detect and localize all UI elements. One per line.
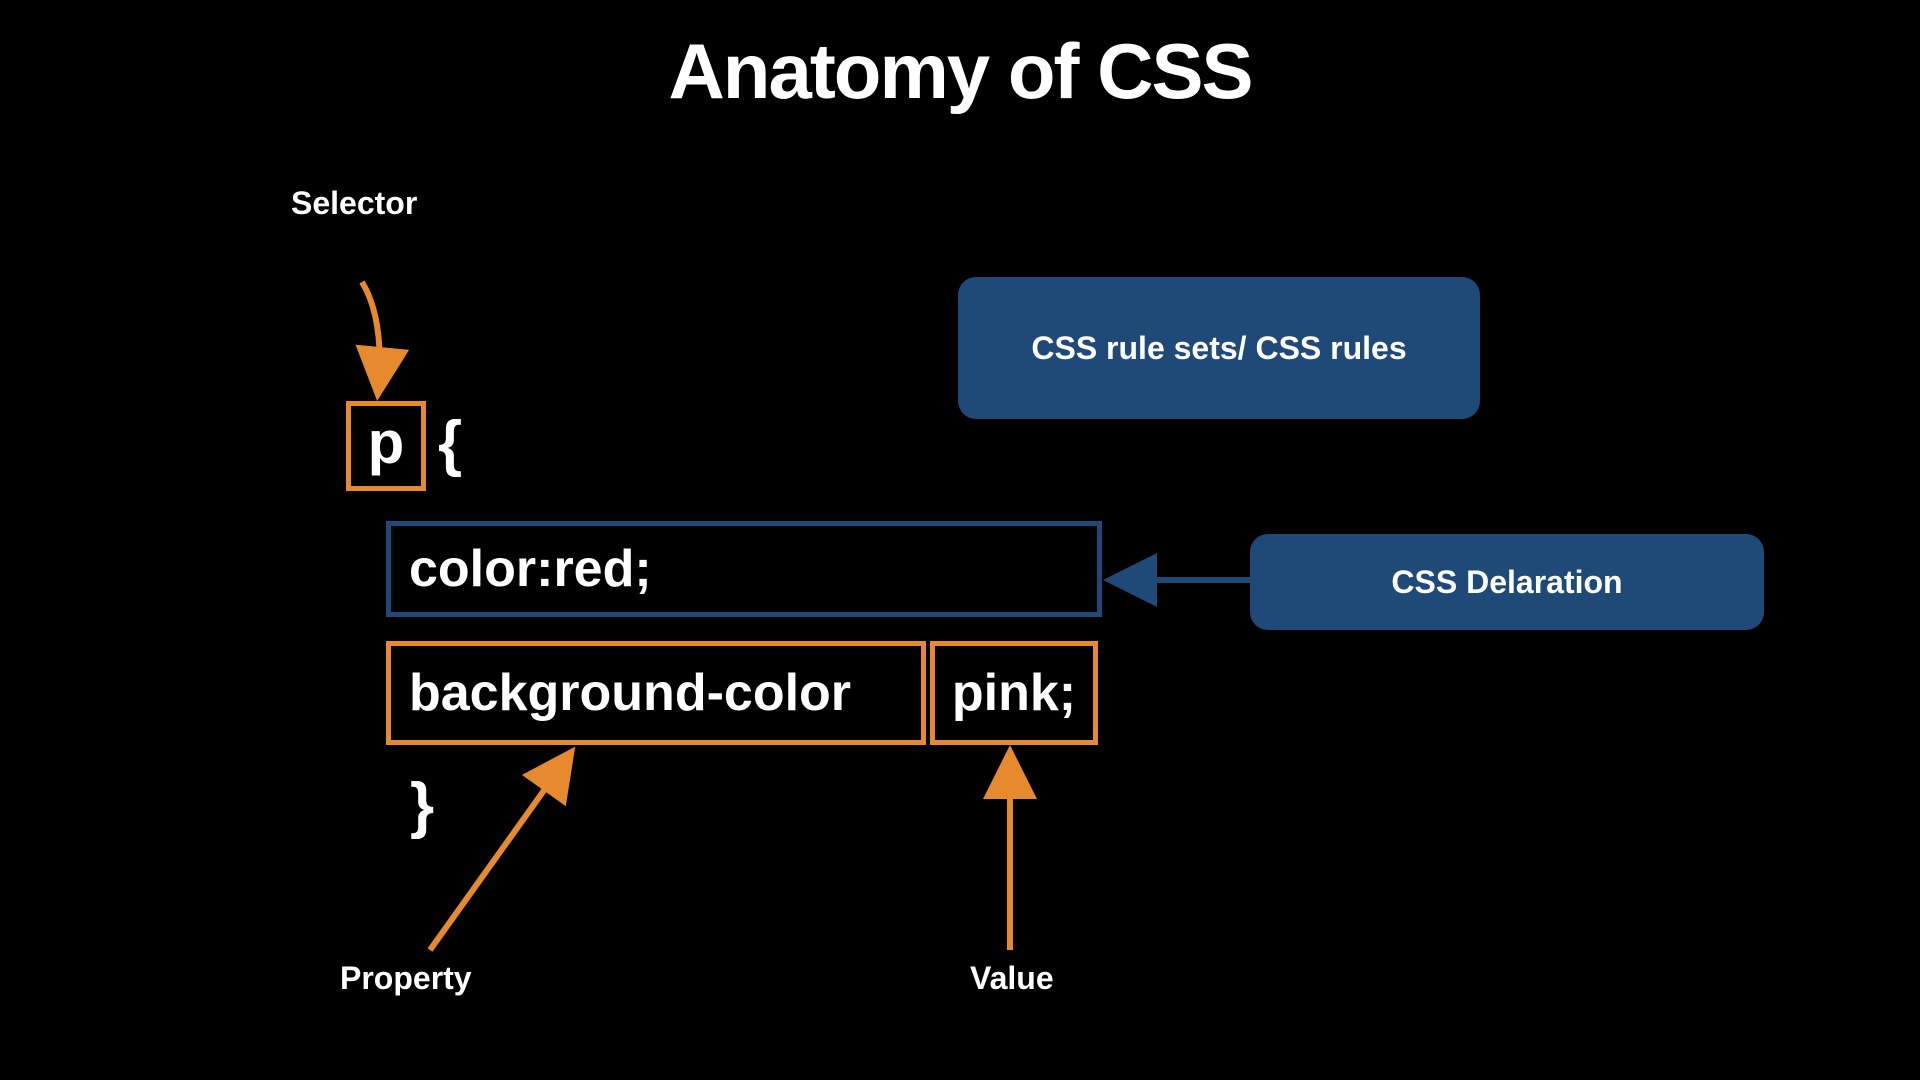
label-value: Value (970, 960, 1054, 997)
arrow-selector-icon (362, 282, 380, 392)
selector-box: p (346, 401, 426, 491)
value-box: pink; (930, 641, 1098, 745)
declaration-box: color:red; (386, 521, 1102, 617)
brace-open: { (438, 408, 462, 479)
label-selector: Selector (291, 185, 417, 222)
arrow-property-icon (430, 754, 570, 950)
property-box: background-color (386, 641, 926, 745)
brace-close: } (410, 770, 434, 841)
page-title: Anatomy of CSS (0, 26, 1920, 117)
diagram-canvas: Anatomy of CSS Selector p { CSS rule set… (0, 0, 1920, 1080)
pill-declaration: CSS Delaration (1250, 534, 1764, 630)
label-property: Property (340, 960, 472, 997)
pill-rulesets: CSS rule sets/ CSS rules (958, 277, 1480, 419)
